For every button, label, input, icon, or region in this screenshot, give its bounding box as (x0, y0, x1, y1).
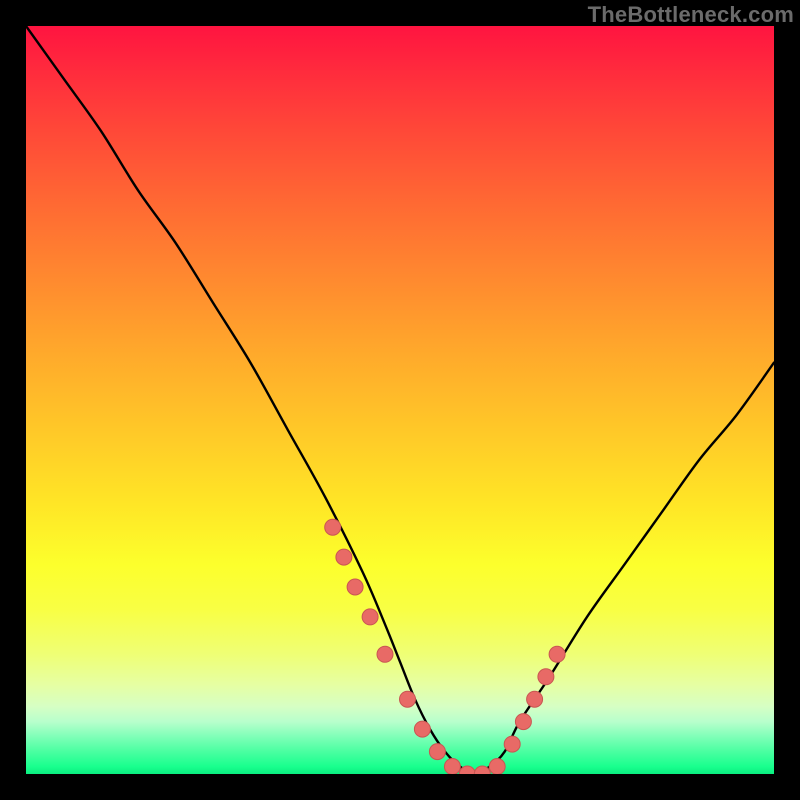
highlight-dot (444, 759, 460, 775)
highlight-dot (414, 721, 430, 737)
highlight-dot (325, 519, 341, 535)
highlight-dot (347, 579, 363, 595)
highlight-dot (538, 669, 554, 685)
chart-frame: TheBottleneck.com (0, 0, 800, 800)
highlight-dot (504, 736, 520, 752)
highlight-dot (429, 744, 445, 760)
plot-area (26, 26, 774, 774)
highlight-dot (489, 759, 505, 775)
highlight-dot (400, 691, 416, 707)
highlight-dot (527, 691, 543, 707)
highlight-dot (515, 714, 531, 730)
highlight-dot (377, 646, 393, 662)
highlight-dots (325, 519, 565, 774)
bottleneck-curve-svg (26, 26, 774, 774)
highlight-dot (549, 646, 565, 662)
watermark-text: TheBottleneck.com (588, 2, 794, 28)
highlight-dot (336, 549, 352, 565)
highlight-dot (362, 609, 378, 625)
curve-path (26, 26, 774, 774)
